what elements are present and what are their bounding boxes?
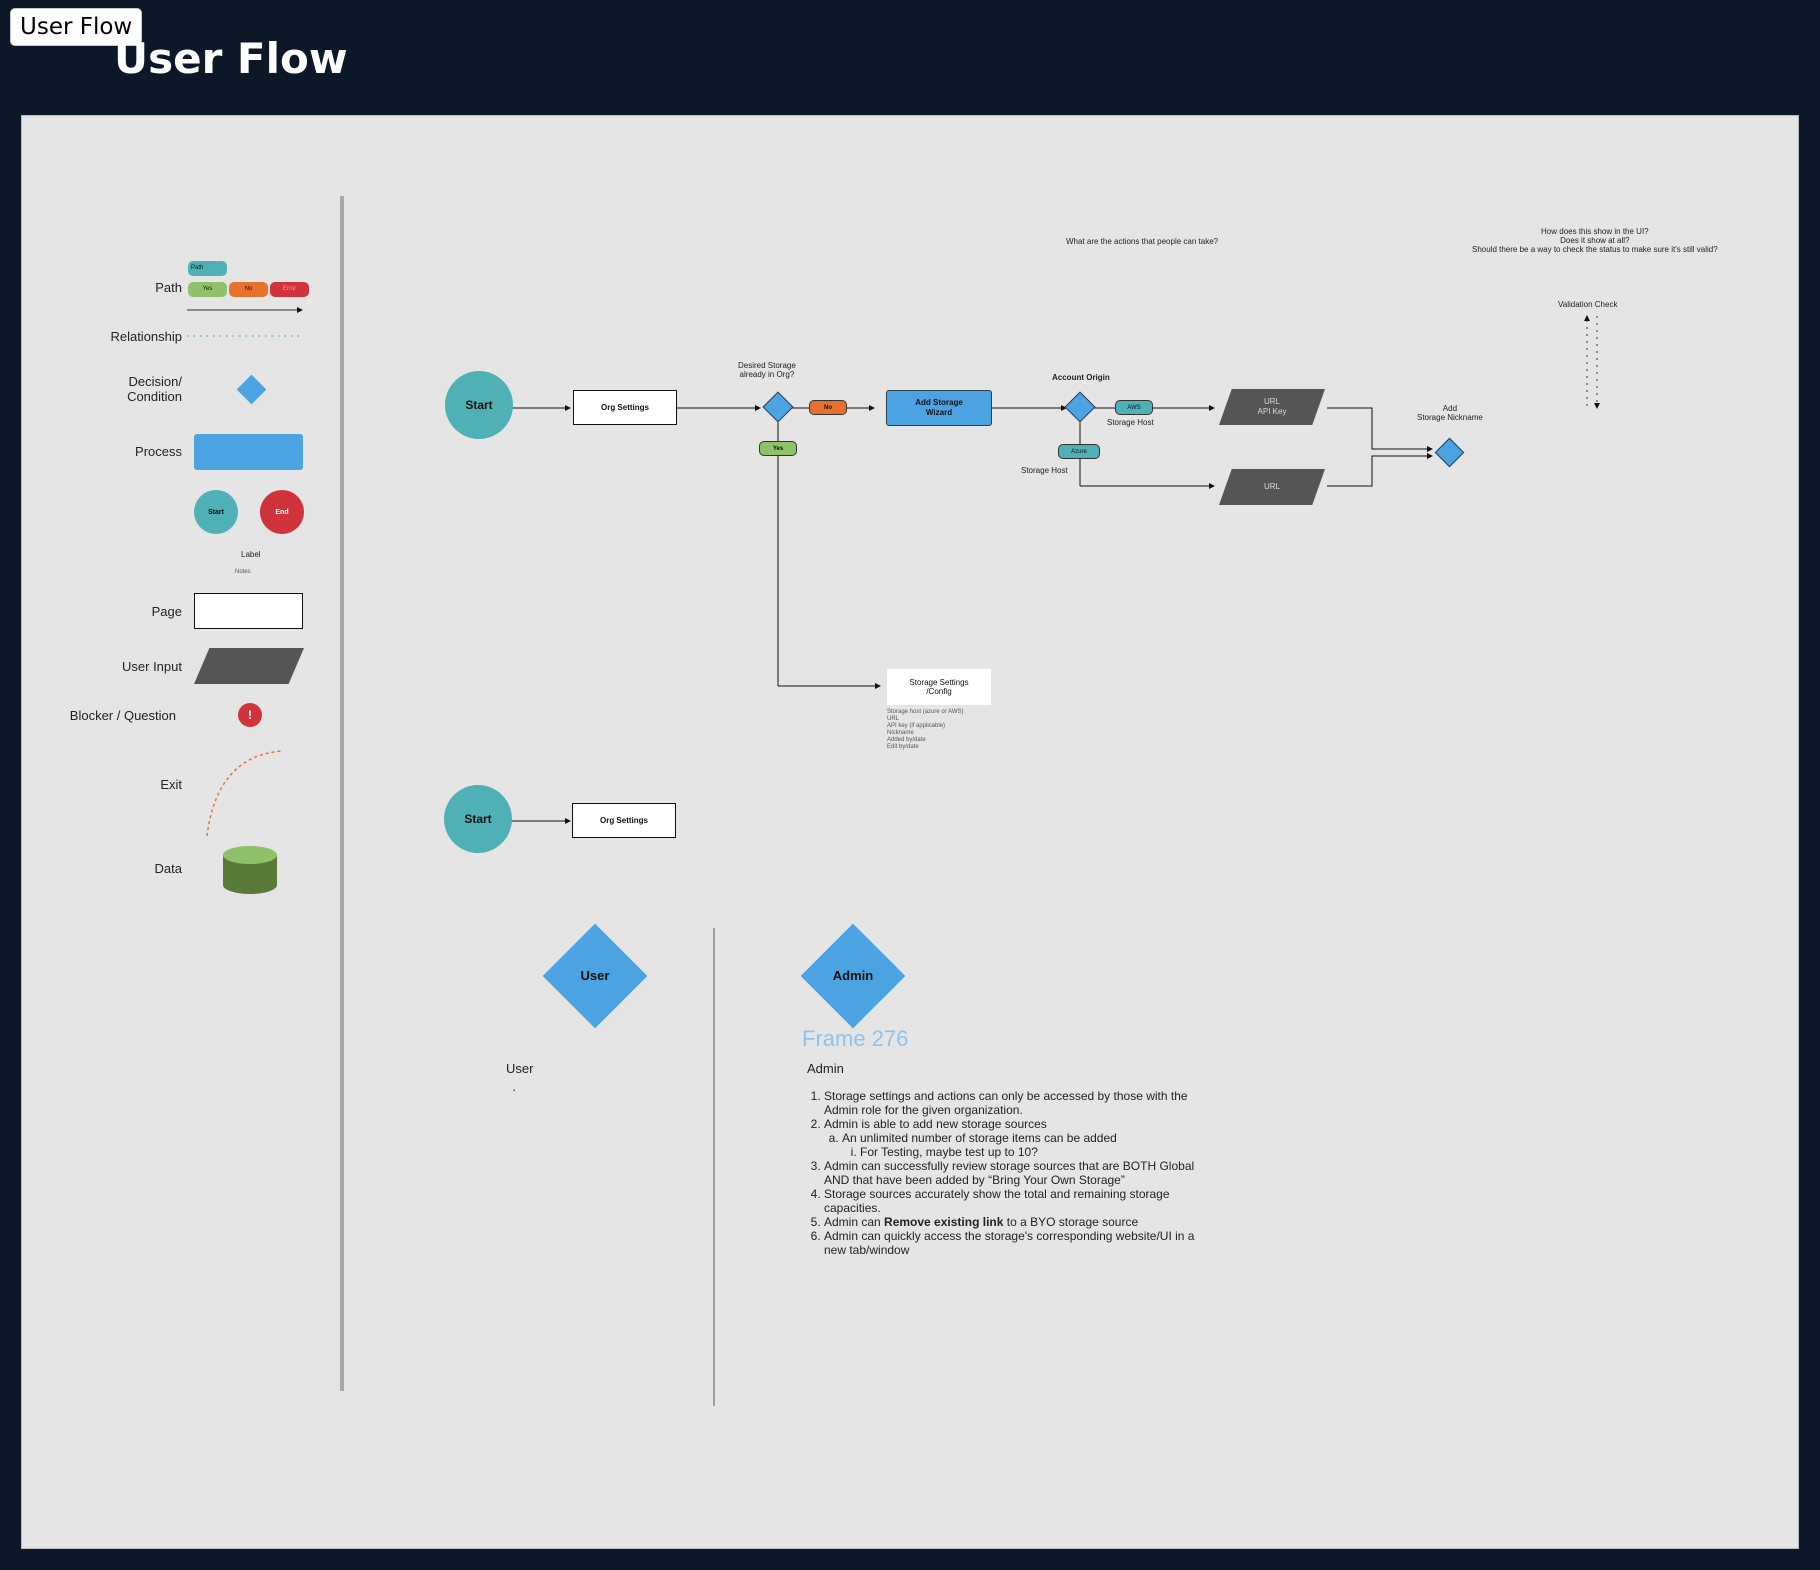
aws-chip: AWS <box>1115 400 1153 415</box>
legend-blocker-label: Blocker / Question <box>69 708 176 723</box>
canvas-board[interactable]: Path Path Yes No Error Relationship Deci… <box>21 115 1799 1549</box>
add-nickname-label: Add Storage Nickname <box>1417 404 1483 422</box>
legend-label-text: Label <box>241 550 261 559</box>
legend-yes-chip: Yes <box>188 282 227 297</box>
legend-process-label: Process <box>135 444 182 459</box>
start-node-2[interactable]: Start <box>444 785 512 853</box>
no-path-chip: No <box>809 400 847 415</box>
exclamation-icon: ! <box>238 703 262 727</box>
admin-item: Storage settings and actions can only be… <box>824 1089 1198 1117</box>
admin-subsubitem: For Testing, maybe test up to 10? <box>860 1145 1198 1159</box>
storage-settings-label: Storage Settings /Config <box>909 678 969 696</box>
admin-item: Admin is able to add new storage sources… <box>824 1117 1198 1159</box>
admin-item: Admin can Remove existing link to a BYO … <box>824 1215 1198 1229</box>
frame-label: Frame 276 <box>802 1026 909 1051</box>
legend-exit-arc <box>206 750 283 837</box>
admin-requirements-list: Storage settings and actions can only be… <box>808 1089 1198 1257</box>
storage-settings-page[interactable]: Storage Settings /Config <box>887 669 991 705</box>
legend-decision-label: Decision/ Condition <box>127 374 182 404</box>
legend-start-circle: Start <box>194 490 238 534</box>
azure-chip: Azure <box>1058 444 1100 459</box>
legend-path-chip: Path <box>188 261 227 276</box>
actions-question-note: What are the actions that people can tak… <box>1066 237 1219 246</box>
legend-data-label: Data <box>154 861 182 876</box>
add-storage-wizard-process[interactable]: Add Storage Wizard <box>886 390 992 426</box>
admin-subitem: An unlimited number of storage items can… <box>842 1131 1198 1159</box>
account-origin-label: Account Origin <box>1052 373 1110 382</box>
admin-item: Admin can quickly access the storage's c… <box>824 1229 1198 1257</box>
validation-check-label: Validation Check <box>1558 300 1618 309</box>
legend-page-label: Page <box>151 604 182 619</box>
admin-item: Storage sources accurately show the tota… <box>824 1187 1198 1215</box>
legend-process-shape <box>194 434 303 470</box>
legend-relationship-label: Relationship <box>110 329 182 344</box>
user-bullet: · <box>512 1082 517 1097</box>
org-settings-page-2[interactable]: Org Settings <box>572 803 676 838</box>
storage-host-label-1: Storage Host <box>1107 418 1154 427</box>
desired-storage-label: Desired Storage already in Org? <box>738 361 796 379</box>
admin-item: Admin can successfully review storage so… <box>824 1159 1198 1187</box>
admin-heading: Admin <box>807 1061 844 1076</box>
org-settings-page-1[interactable]: Org Settings <box>573 390 677 425</box>
legend-notes-text: Notes <box>235 569 251 575</box>
url-api-key-input[interactable]: URL API Key <box>1219 389 1325 425</box>
page-title: User Flow <box>114 34 348 83</box>
legend-exit-label: Exit <box>160 777 182 792</box>
connector-layer <box>187 196 1600 1406</box>
user-heading: User <box>506 1061 534 1076</box>
legend-path-label: Path <box>155 280 182 295</box>
cylinder-icon <box>223 846 277 894</box>
legend-user-input-label: User Input <box>122 659 182 674</box>
storage-host-label-2: Storage Host <box>1021 466 1068 475</box>
admin-role-label: Admin <box>832 968 874 983</box>
legend-user-input-shape <box>194 648 304 684</box>
legend-end-circle: End <box>260 490 304 534</box>
legend-page-shape <box>194 593 303 629</box>
legend-no-chip: No <box>229 282 268 297</box>
user-role-label: User <box>580 968 610 983</box>
storage-settings-notes: Storage host (azure or AWS) URL API key … <box>887 709 964 750</box>
start-node-1[interactable]: Start <box>445 371 513 439</box>
url-input[interactable]: URL <box>1219 469 1325 505</box>
ui-questions-note: How does this show in the UI? Does it sh… <box>1472 227 1718 254</box>
yes-path-chip: Yes <box>759 441 797 456</box>
legend-error-chip: Error <box>270 282 309 297</box>
